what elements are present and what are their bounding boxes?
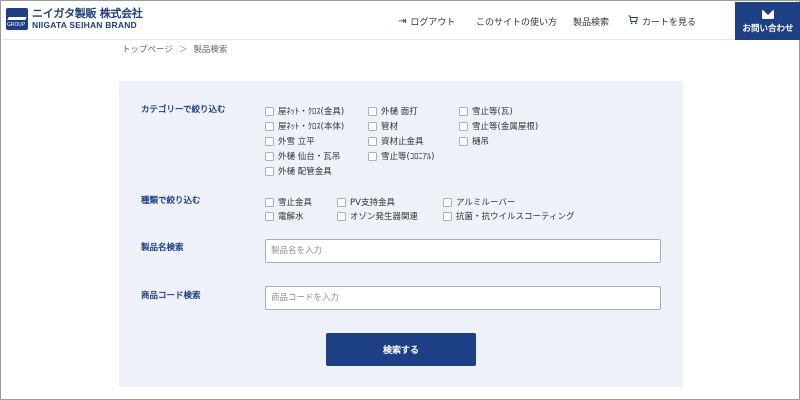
kind-checkbox[interactable]: 電解水 (265, 210, 304, 222)
category-checkbox[interactable]: 樋吊 (459, 135, 489, 147)
checkbox-label: 外雪 立平 (278, 137, 315, 147)
checkbox-box[interactable] (265, 106, 274, 116)
nav-cart-label: カートを見る (642, 18, 697, 28)
checkbox-box[interactable] (368, 151, 377, 161)
nav-product-search-label: 製品検索 (573, 18, 610, 28)
checkbox-box[interactable] (443, 197, 452, 207)
checkbox-box[interactable] (368, 106, 377, 116)
kind-checkbox[interactable]: PV支持金具 (337, 196, 395, 208)
logout-icon: ⇥ (398, 15, 407, 27)
kind-checkbox[interactable]: 雪止金具 (265, 196, 312, 208)
brand-name-jp: ニイガタ製販 株式会社 (32, 7, 143, 21)
checkbox-box[interactable] (443, 211, 452, 221)
kind-checkbox[interactable]: オゾン発生器関連 (337, 210, 418, 222)
site-header: GROUP ニイガタ製販 株式会社 NIIGATA SEIHAN BRAND ⇥… (2, 2, 800, 40)
category-checkbox[interactable]: 屋ﾈｯﾄ・ｸﾛｽ(本体) (265, 120, 344, 132)
checkbox-box[interactable] (459, 121, 468, 131)
checkbox-box[interactable] (368, 136, 377, 146)
brand-mark-icon: GROUP (6, 8, 28, 30)
checkbox-label: 資材止金具 (381, 137, 424, 147)
checkbox-box[interactable] (265, 166, 274, 176)
category-checkbox[interactable]: 雪止等(金属屋根) (459, 120, 538, 132)
search-button[interactable]: 検索する (326, 333, 476, 366)
category-checkbox[interactable]: 外樋 配管金具 (265, 165, 332, 177)
checkbox-box[interactable] (337, 211, 346, 221)
category-checkbox[interactable]: 外樋 面打 (368, 105, 418, 117)
nav-cart[interactable]: カートを見る (628, 15, 696, 28)
checkbox-box[interactable] (337, 197, 346, 207)
checkbox-box[interactable] (265, 197, 274, 207)
checkbox-label: 雪止金具 (278, 198, 313, 208)
product-name-label: 製品名検索 (141, 243, 184, 253)
breadcrumb-separator: ＞ (178, 45, 188, 55)
checkbox-box[interactable] (265, 121, 274, 131)
checkbox-label: PV支持金具 (350, 198, 395, 208)
category-checkbox[interactable]: 外樋 仙台・瓦吊 (265, 150, 340, 162)
nav-howto-label: このサイトの使い方 (476, 18, 558, 28)
contact-button[interactable]: お問い合わせ (735, 2, 800, 40)
kind-checkbox[interactable]: 抗菌・抗ウイルスコーティング (443, 210, 575, 222)
checkbox-label: 屋ﾈｯﾄ・ｸﾛｽ(金具) (278, 107, 345, 117)
brand-name-en: NIIGATA SEIHAN BRAND (32, 20, 137, 31)
checkbox-label: 抗菌・抗ウイルスコーティング (456, 212, 575, 222)
nav-product-search[interactable]: 製品検索 (573, 15, 609, 28)
category-checkbox[interactable]: 屋ﾈｯﾄ・ｸﾛｽ(金具) (265, 105, 344, 117)
checkbox-label: 外樋 仙台・瓦吊 (278, 152, 341, 162)
brand-logo[interactable]: GROUP ニイガタ製販 株式会社 NIIGATA SEIHAN BRAND (6, 8, 143, 30)
checkbox-label: 雪止等(瓦) (472, 107, 513, 117)
checkbox-box[interactable] (265, 151, 274, 161)
page-frame: GROUP ニイガタ製販 株式会社 NIIGATA SEIHAN BRAND ⇥… (0, 0, 800, 400)
kind-checkbox[interactable]: アルミルーバー (443, 196, 515, 208)
category-checkbox[interactable]: 資材止金具 (368, 135, 424, 147)
checkbox-label: 管材 (381, 122, 399, 132)
checkbox-label: 雪止等(ｺﾛﾆｱﾙ) (381, 152, 435, 162)
checkbox-box[interactable] (265, 211, 274, 221)
checkbox-label: オゾン発生器関連 (350, 212, 419, 222)
envelope-icon (762, 10, 774, 19)
checkbox-label: 樋吊 (472, 137, 490, 147)
product-code-input[interactable] (265, 286, 661, 310)
category-checkbox[interactable]: 管材 (368, 120, 398, 132)
checkbox-label: 外樋 配管金具 (278, 167, 332, 177)
product-name-input[interactable] (265, 239, 661, 263)
checkbox-label: 電解水 (278, 212, 304, 222)
checkbox-label: 外樋 面打 (381, 107, 418, 117)
nav-howto[interactable]: このサイトの使い方 (476, 15, 557, 28)
category-checkbox[interactable]: 外雪 立平 (265, 135, 315, 147)
product-code-label: 商品コード検索 (141, 291, 201, 301)
checkbox-box[interactable] (368, 121, 377, 131)
nav-logout-label: ログアウト (410, 18, 456, 28)
checkbox-label: 屋ﾈｯﾄ・ｸﾛｽ(本体) (278, 122, 345, 132)
checkbox-label: アルミルーバー (456, 198, 516, 208)
breadcrumb: トップページ ＞ 製品検索 (122, 43, 227, 55)
cart-icon (628, 15, 638, 28)
kind-filter-label: 種類で絞り込む (141, 196, 201, 206)
category-checkbox[interactable]: 雪止等(ｺﾛﾆｱﾙ) (368, 150, 434, 162)
category-checkbox[interactable]: 雪止等(瓦) (459, 105, 513, 117)
nav-logout[interactable]: ⇥ ログアウト (398, 15, 455, 28)
category-filter-label: カテゴリーで絞り込む (141, 105, 226, 115)
brand-mark-text: GROUP (7, 22, 25, 28)
contact-button-label: お問い合わせ (742, 24, 794, 34)
breadcrumb-home[interactable]: トップページ (122, 43, 173, 55)
search-panel: カテゴリーで絞り込む 屋ﾈｯﾄ・ｸﾛｽ(金具) 外樋 面打 雪止等(瓦) 屋ﾈｯ… (119, 81, 683, 387)
checkbox-box[interactable] (265, 136, 274, 146)
checkbox-label: 雪止等(金属屋根) (472, 122, 539, 132)
breadcrumb-current: 製品検索 (193, 45, 228, 55)
checkbox-box[interactable] (459, 136, 468, 146)
checkbox-box[interactable] (459, 106, 468, 116)
